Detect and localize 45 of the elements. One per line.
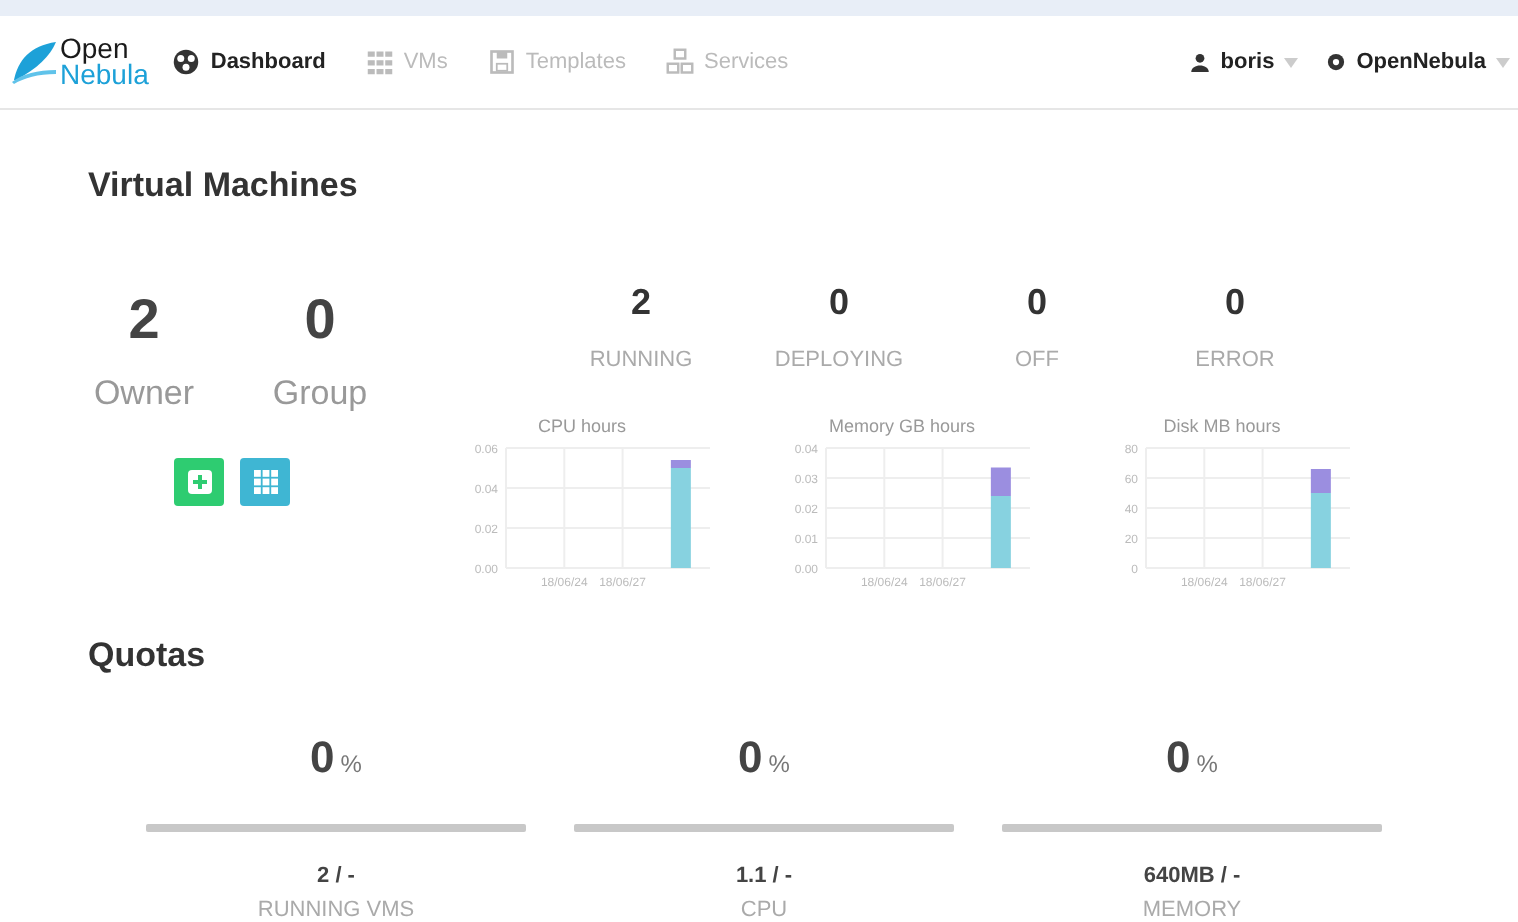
state-label: DEPLOYING <box>774 348 904 372</box>
percent-unit: % <box>768 750 790 778</box>
cubes-icon <box>665 48 694 76</box>
caret-icon <box>1496 57 1510 67</box>
section-title: Quotas <box>88 636 208 676</box>
quota-usage: 1.1 / - <box>735 864 793 888</box>
list-button[interactable] <box>240 458 290 506</box>
logo-text: Open <box>60 36 129 62</box>
logo-icon <box>10 40 58 84</box>
chart-title: Memory GB hours <box>828 416 976 436</box>
quota-usage: 2 / - <box>317 864 355 888</box>
quota-percent: 0 <box>310 732 335 784</box>
state-label: ERROR <box>1195 348 1275 372</box>
count-value: 0 <box>304 286 336 354</box>
zone-menu[interactable]: OpenNebula <box>1326 50 1510 74</box>
percent-unit: % <box>340 750 362 778</box>
state-count: 2 <box>630 282 651 324</box>
count-label: Owner <box>93 374 195 414</box>
quota-label: CPU <box>740 898 788 922</box>
state-count: 0 <box>1026 282 1047 324</box>
quota-percent: 0 <box>738 732 763 784</box>
count-label: Group <box>272 374 368 414</box>
chart-title: CPU hours <box>537 416 626 436</box>
state-count: 0 <box>1224 282 1245 324</box>
state-label: RUNNING <box>589 348 693 372</box>
percent-unit: % <box>1196 750 1218 778</box>
nav-tab[interactable]: Dashboard <box>172 48 326 76</box>
grid-icon <box>253 470 277 494</box>
caret-icon <box>1284 57 1299 67</box>
section-title: Virtual Machines <box>88 166 360 206</box>
user-menu[interactable]: boris <box>1190 50 1299 74</box>
count-value: 2 <box>128 286 160 354</box>
quota-label: MEMORY <box>1142 898 1242 922</box>
quota-usage: 640MB / - <box>1143 864 1241 888</box>
dashboard-icon <box>172 48 201 76</box>
plus-icon <box>187 470 211 494</box>
state-count: 0 <box>828 282 849 324</box>
user-icon <box>1190 52 1211 72</box>
quota-label: RUNNING VMS <box>257 898 415 922</box>
grid-icon <box>365 48 394 76</box>
logo-text: Nebula <box>60 62 149 88</box>
state-label: OFF <box>1015 348 1059 372</box>
quota-percent: 0 <box>1166 732 1191 784</box>
chart-title: Disk MB hours <box>1163 416 1281 436</box>
create-button[interactable] <box>174 458 224 506</box>
